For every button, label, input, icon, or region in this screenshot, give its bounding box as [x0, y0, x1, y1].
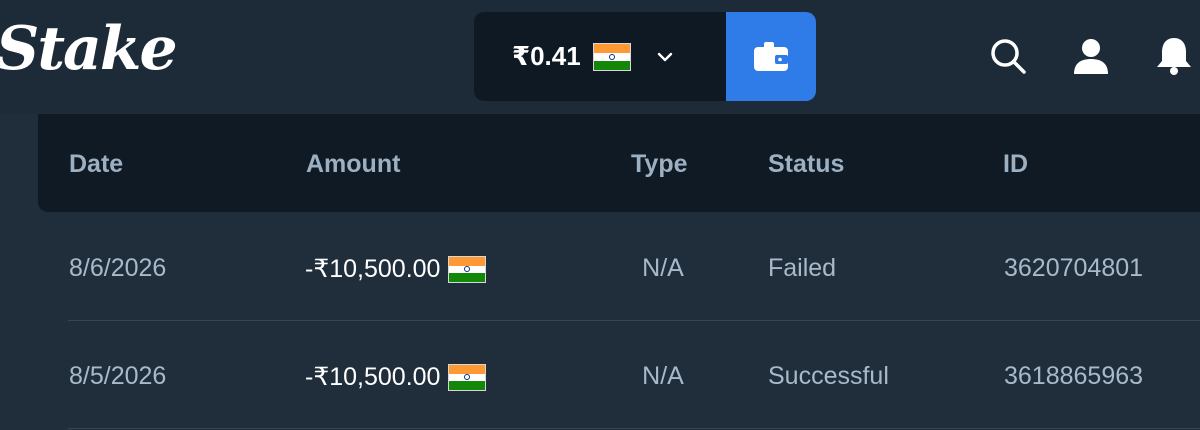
stake-logo[interactable]: Stake: [0, 14, 178, 84]
row-divider: [68, 428, 1200, 429]
table-row: 8/6/2026 -₹10,500.00 N/A Failed 36207048…: [0, 214, 1200, 321]
table-row: 8/5/2026 -₹10,500.00 N/A Successful 3618…: [0, 322, 1200, 429]
profile-button[interactable]: [1071, 36, 1111, 76]
wallet-button[interactable]: [726, 12, 816, 101]
india-flag-icon: [448, 363, 487, 391]
row-id[interactable]: 3618865963: [1004, 362, 1143, 391]
bell-icon: [1157, 38, 1191, 75]
wallet-widget: ₹0.41: [474, 12, 816, 101]
india-flag-icon: [592, 42, 631, 71]
column-header-amount: Amount: [306, 150, 401, 178]
search-icon: [991, 39, 1026, 74]
transactions-page: Stake ₹0.41 Date Amount Type Status ID 8…: [0, 0, 1200, 430]
row-status: Successful: [768, 362, 889, 390]
row-amount: -₹10,500.00: [305, 254, 487, 284]
wallet-icon: [754, 41, 788, 71]
column-header-type: Type: [631, 150, 688, 178]
row-date: 8/5/2026: [69, 362, 167, 390]
row-amount-value: -₹10,500.00: [305, 363, 441, 391]
top-bar: Stake ₹0.41: [0, 0, 1200, 114]
table-header: Date Amount Type Status ID: [38, 114, 1200, 212]
balance-amount: ₹0.41: [512, 41, 581, 71]
notifications-button[interactable]: [1154, 36, 1194, 76]
row-type: N/A: [642, 362, 684, 390]
row-amount: -₹10,500.00: [305, 362, 487, 392]
india-flag-icon: [448, 255, 487, 283]
row-type: N/A: [642, 254, 684, 282]
column-header-status: Status: [768, 150, 845, 178]
user-icon: [1074, 39, 1108, 74]
row-divider: [68, 320, 1200, 321]
chevron-down-icon: [657, 52, 672, 61]
column-header-id: ID: [1003, 150, 1028, 178]
search-button[interactable]: [988, 36, 1028, 76]
column-header-date: Date: [69, 150, 124, 178]
balance-selector[interactable]: ₹0.41: [474, 12, 726, 101]
row-amount-value: -₹10,500.00: [305, 255, 441, 283]
row-date: 8/6/2026: [69, 254, 167, 282]
row-id[interactable]: 3620704801: [1004, 254, 1143, 283]
row-status: Failed: [768, 254, 837, 282]
